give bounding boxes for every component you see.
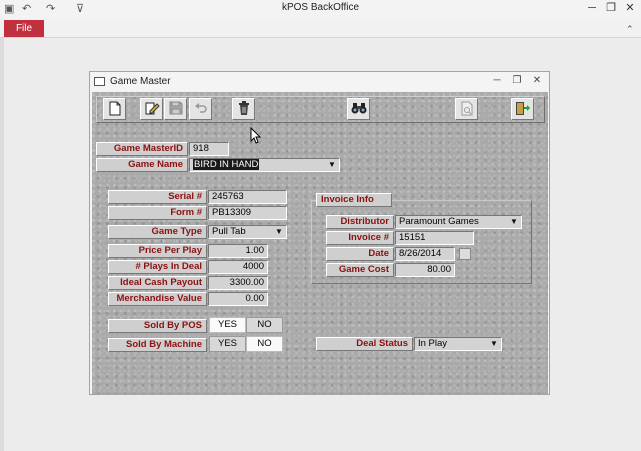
game-cost-label: Game Cost [326, 263, 394, 277]
plays-in-deal-field[interactable]: 4000 [208, 260, 268, 274]
undo-record-button[interactable] [189, 98, 212, 120]
sold-by-machine-yes-toggle[interactable]: YES [209, 336, 246, 352]
price-per-play-field[interactable]: 1.00 [208, 244, 268, 258]
save-icon [169, 101, 182, 115]
game-type-combobox[interactable]: Pull Tab ▼ [208, 225, 287, 239]
sold-by-pos-label: Sold By POS [108, 319, 207, 333]
distributor-combobox[interactable]: Paramount Games ▼ [395, 215, 522, 229]
chevron-down-icon[interactable]: ▼ [273, 226, 285, 237]
invoice-info-title: Invoice Info [316, 193, 392, 207]
game-name-label: Game Name [96, 158, 188, 172]
merchandise-value-label: Merchandise Value [108, 292, 207, 306]
navigation-pane-edge[interactable] [0, 38, 4, 451]
game-name-value: BIRD IN HAND [193, 159, 260, 170]
exit-icon [515, 102, 530, 115]
close-form-button[interactable]: ✕ [530, 74, 544, 88]
restore-form-button[interactable]: ❐ [510, 74, 524, 88]
form-number-label: Form # [108, 206, 207, 220]
serial-label: Serial # [108, 190, 207, 204]
chevron-down-icon[interactable]: ▼ [326, 159, 338, 170]
mouse-cursor-icon [250, 127, 262, 144]
ideal-cash-payout-field[interactable]: 3300.00 [208, 276, 268, 290]
new-record-button[interactable] [103, 98, 126, 120]
ribbon-bar [0, 18, 641, 38]
sold-by-pos-no-toggle[interactable]: NO [246, 317, 283, 333]
game-master-id-field[interactable]: 918 [189, 142, 229, 156]
print-preview-icon [461, 101, 472, 116]
save-record-button[interactable] [164, 98, 187, 120]
chevron-down-icon[interactable]: ▼ [488, 338, 500, 349]
undo-icon [194, 103, 207, 113]
sold-by-pos-yes-toggle[interactable]: YES [209, 317, 246, 333]
form-icon [94, 77, 105, 86]
game-type-label: Game Type [108, 225, 207, 239]
game-cost-field[interactable]: 80.00 [395, 263, 455, 277]
restore-app-button[interactable]: ❐ [602, 1, 620, 15]
invoice-number-label: Invoice # [326, 231, 394, 245]
invoice-number-field[interactable]: 15151 [395, 231, 474, 245]
game-master-id-label: Game MasterID [96, 142, 188, 156]
calendar-picker-icon[interactable] [459, 248, 471, 260]
merchandise-value-field[interactable]: 0.00 [208, 292, 268, 306]
form-title: Game Master [110, 76, 171, 87]
plays-in-deal-label: # Plays In Deal [108, 260, 207, 274]
delete-icon [238, 101, 249, 115]
delete-record-button[interactable] [232, 98, 255, 120]
sold-by-machine-label: Sold By Machine [108, 338, 207, 352]
minimize-app-button[interactable]: ─ [583, 1, 601, 15]
serial-field[interactable]: 245763 [208, 190, 287, 204]
app-title: kPOS BackOffice [281, 2, 360, 13]
redo-quick-icon[interactable]: ↷ [46, 2, 55, 15]
undo-quick-icon[interactable]: ↶ [22, 2, 31, 15]
distributor-label: Distributor [326, 215, 394, 229]
new-record-icon [109, 101, 120, 116]
customize-quick-access-icon[interactable]: ⊽ [76, 2, 84, 15]
ribbon-collapse-icon[interactable]: ⌃ [626, 24, 634, 35]
find-record-button[interactable] [347, 98, 370, 120]
exit-form-button[interactable] [511, 98, 534, 120]
sold-by-machine-no-toggle[interactable]: NO [246, 336, 283, 352]
deal-status-combobox[interactable]: In Play ▼ [414, 337, 502, 351]
ideal-cash-payout-label: Ideal Cash Payout [108, 276, 207, 290]
edit-record-icon [145, 102, 160, 115]
deal-status-value: In Play [418, 338, 448, 349]
game-name-combobox[interactable]: BIRD IN HAND ▼ [189, 158, 340, 172]
print-preview-button[interactable] [455, 98, 478, 120]
date-field[interactable]: 8/26/2014 [395, 247, 455, 261]
edit-record-button[interactable] [140, 98, 163, 120]
app-logo-icon: ▣ [4, 3, 15, 15]
chevron-down-icon[interactable]: ▼ [508, 216, 520, 227]
distributor-value: Paramount Games [399, 216, 479, 227]
date-label: Date [326, 247, 394, 261]
close-app-button[interactable]: ✕ [621, 1, 639, 15]
price-per-play-label: Price Per Play [108, 244, 207, 258]
deal-status-label: Deal Status [316, 337, 413, 351]
find-binoculars-icon [351, 103, 366, 114]
minimize-form-button[interactable]: ─ [490, 74, 504, 88]
file-tab[interactable]: File [4, 20, 44, 37]
form-number-field[interactable]: PB13309 [208, 206, 287, 220]
game-type-value: Pull Tab [212, 226, 246, 237]
